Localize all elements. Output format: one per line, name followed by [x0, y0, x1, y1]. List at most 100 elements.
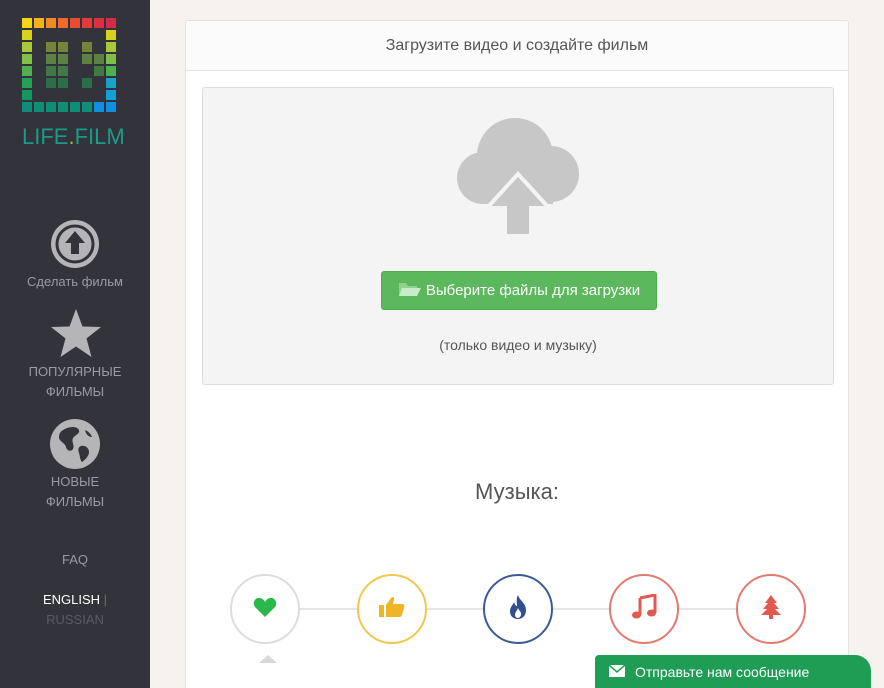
logo-tile [94, 54, 104, 64]
logo-tile [106, 54, 116, 64]
logo-tile [46, 102, 56, 112]
logo-tile [22, 54, 32, 64]
logo-tile [94, 78, 104, 88]
logo-tile [46, 90, 56, 100]
logo-tile [82, 54, 92, 64]
logo-tile [46, 54, 56, 64]
logo-tile [106, 42, 116, 52]
folder-open-icon [398, 280, 422, 302]
upload-card: Загрузите видео и создайте фильм Выберит… [185, 20, 849, 688]
feedback-button[interactable]: Отправьте нам сообщение [595, 655, 871, 688]
logo-tile [94, 18, 104, 28]
logo-tile [106, 66, 116, 76]
feedback-label: Отправьте нам сообщение [635, 664, 810, 680]
logo-tile [22, 90, 32, 100]
logo-tile [94, 42, 104, 52]
logo-tile [70, 30, 80, 40]
choose-files-label: Выберите файлы для загрузки [425, 282, 641, 299]
sidebar-item-label: Сделать фильм [27, 274, 123, 289]
logo-tile [46, 18, 56, 28]
logo-tile [106, 18, 116, 28]
genre-fire-button[interactable] [483, 574, 553, 644]
card-title: Загрузите видео и создайте фильм [186, 21, 848, 71]
logo-tile [82, 66, 92, 76]
sidebar-item-label-line1: ПОПУЛЯРНЫЕ [28, 364, 122, 379]
sidebar-item-popular[interactable]: ПОПУЛЯРНЫЕ ФИЛЬМЫ [0, 308, 150, 402]
genre-thumbs-up-button[interactable] [357, 574, 427, 644]
logo-tile [58, 66, 68, 76]
logo-tile [94, 90, 104, 100]
genre-heart-button[interactable] [230, 574, 300, 644]
logo-tile [58, 18, 68, 28]
logo-tile [106, 30, 116, 40]
logo-tile [106, 102, 116, 112]
music-section-title: Музыка: [475, 479, 559, 504]
logo-tile [82, 90, 92, 100]
logo-text: LIFE.FILM [22, 124, 125, 149]
selected-genre-caret [259, 655, 277, 663]
sidebar-item-label-line2: ФИЛЬМЫ [45, 494, 105, 509]
logo-tile [34, 102, 44, 112]
logo-tile [70, 54, 80, 64]
sidebar-item-label-line2: ФИЛЬМЫ [45, 384, 105, 399]
music-note-icon [631, 592, 657, 625]
logo-tile [106, 78, 116, 88]
faq-link[interactable]: FAQ [0, 550, 150, 570]
logo[interactable]: LIFE.FILM [22, 18, 125, 150]
logo-tile [58, 30, 68, 40]
lang-english-link[interactable]: ENGLISH [43, 592, 100, 607]
sidebar-item-new[interactable]: НОВЫЕ ФИЛЬМЫ [0, 418, 150, 512]
heart-icon [253, 596, 277, 623]
logo-tile [34, 54, 44, 64]
logo-tile [46, 42, 56, 52]
sidebar-item-label-line1: НОВЫЕ [50, 474, 100, 489]
logo-tile [46, 30, 56, 40]
upload-dropzone[interactable]: Выберите файлы для загрузки (только виде… [202, 87, 834, 385]
upload-circle-icon [49, 218, 101, 270]
sidebar: LIFE.FILM Сделать фильм ПОПУЛЯРНЫЕ ФИЛЬМ… [0, 0, 150, 688]
logo-tile [22, 78, 32, 88]
logo-tile [70, 78, 80, 88]
logo-tile [82, 30, 92, 40]
logo-tile [106, 90, 116, 100]
logo-tile [34, 90, 44, 100]
tree-icon [760, 594, 782, 625]
logo-tile [58, 102, 68, 112]
logo-tile [70, 90, 80, 100]
logo-tile [22, 42, 32, 52]
logo-tile [22, 102, 32, 112]
sidebar-item-make-film[interactable]: Сделать фильм [0, 218, 150, 292]
logo-tile [22, 30, 32, 40]
logo-tile [46, 78, 56, 88]
logo-tile [70, 18, 80, 28]
envelope-icon [608, 664, 626, 680]
genre-tree-button[interactable] [736, 574, 806, 644]
logo-tile [34, 78, 44, 88]
logo-tile [94, 30, 104, 40]
upload-note: (только видео и музыку) [439, 337, 597, 353]
cloud-upload-icon [453, 116, 583, 246]
logo-tile [70, 66, 80, 76]
logo-tile [82, 78, 92, 88]
logo-tile [34, 30, 44, 40]
logo-tile [22, 66, 32, 76]
globe-icon [49, 418, 101, 470]
logo-tile [34, 18, 44, 28]
logo-tile [82, 18, 92, 28]
logo-tile [82, 102, 92, 112]
logo-tile [58, 54, 68, 64]
logo-tile [94, 102, 104, 112]
lang-russian-link[interactable]: RUSSIAN [0, 610, 150, 630]
lang-separator: | [103, 592, 108, 607]
logo-tile [58, 78, 68, 88]
genre-music-button[interactable] [609, 574, 679, 644]
language-switcher: ENGLISH | [0, 590, 150, 610]
choose-files-button[interactable]: Выберите файлы для загрузки [381, 271, 657, 310]
fire-icon [507, 594, 529, 625]
logo-tile [34, 66, 44, 76]
logo-tile [70, 102, 80, 112]
logo-tile [58, 90, 68, 100]
logo-mark [22, 18, 118, 112]
thumbs-up-icon [378, 595, 406, 624]
logo-tile [94, 66, 104, 76]
